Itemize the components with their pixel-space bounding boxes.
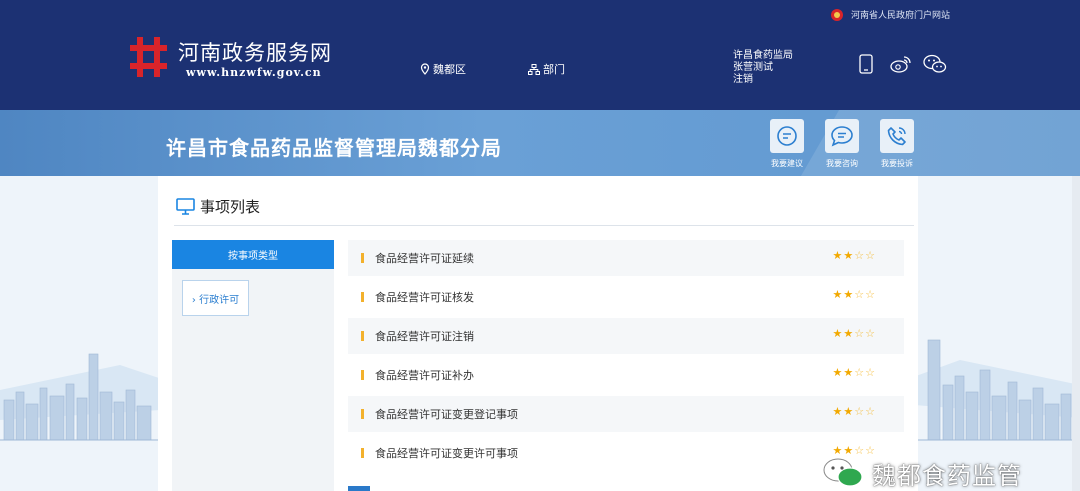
main-panel: 事项列表 按事项类型 › 行政许可 食品经营许可证延续 ★ ★ ☆ ☆ 食品经营许可证核发… [158, 176, 918, 491]
complaint-button[interactable]: 我要投诉 [875, 119, 919, 169]
complaint-label: 我要投诉 [881, 159, 913, 168]
wechat-watermark: 魏都食药监管 [822, 455, 1022, 491]
star-filled-icon: ★ [832, 405, 844, 418]
gov-portal-link[interactable]: 河南省人民政府门户网站 [831, 8, 950, 21]
user-info: 许昌食药监局 张营测试 注销 [733, 50, 793, 86]
list-item[interactable]: 食品经营许可证核发 ★ ★ ☆ ☆ [348, 279, 904, 315]
star-rating: ★ ★ ☆ ☆ [833, 288, 877, 301]
user-org: 许昌食药监局 [733, 50, 793, 61]
site-logo-icon[interactable] [130, 37, 167, 77]
star-filled-icon: ★ [843, 327, 855, 340]
nav-department-label: 部门 [543, 63, 565, 76]
star-filled-icon: ★ [843, 366, 855, 379]
star-empty-icon: ☆ [865, 405, 876, 418]
pagination-current[interactable] [348, 486, 370, 491]
star-empty-icon: ☆ [865, 366, 876, 379]
star-rating: ★ ★ ☆ ☆ [833, 405, 877, 418]
panel-title: 事项列表 [200, 198, 261, 216]
chat-icon [770, 119, 804, 153]
item-marker [361, 253, 364, 263]
filter-tab-by-type[interactable]: 按事项类型 [172, 240, 334, 269]
consult-icon [825, 119, 859, 153]
star-filled-icon: ★ [832, 327, 844, 340]
item-marker [361, 448, 364, 458]
star-empty-icon: ☆ [865, 327, 876, 340]
star-filled-icon: ★ [832, 366, 844, 379]
star-empty-icon: ☆ [854, 327, 866, 340]
item-marker [361, 370, 364, 380]
filter-option-admin-license[interactable]: › 行政许可 [182, 280, 249, 316]
consult-button[interactable]: 我要咨询 [820, 119, 864, 169]
star-empty-icon: ☆ [865, 288, 876, 301]
site-header: 河南省人民政府门户网站 河南政务服务网 www.hnzwfw.gov.cn 魏都… [0, 0, 1080, 110]
item-marker [361, 331, 364, 341]
monitor-icon [176, 198, 195, 215]
location-pin-icon [420, 63, 430, 75]
department-banner: 许昌市食品药品监督管理局魏都分局 我要建议 我要咨询 我要投诉 [0, 110, 1080, 176]
site-url: www.hnzwfw.gov.cn [186, 66, 322, 79]
logout-link[interactable]: 注销 [733, 74, 793, 86]
user-name[interactable]: 张营测试 [733, 62, 793, 74]
star-empty-icon: ☆ [854, 288, 866, 301]
item-marker [361, 409, 364, 419]
star-filled-icon: ★ [843, 249, 855, 262]
list-item[interactable]: 食品经营许可证注销 ★ ★ ☆ ☆ [348, 318, 904, 354]
star-filled-icon: ★ [832, 288, 844, 301]
watermark-text: 魏都食药监管 [872, 461, 1022, 490]
item-name[interactable]: 食品经营许可证核发 [375, 289, 904, 305]
nav-location[interactable]: 魏都区 [420, 61, 466, 77]
org-chart-icon [528, 63, 540, 75]
star-empty-icon: ☆ [854, 249, 866, 262]
list-item[interactable]: 食品经营许可证变更许可事项 ★ ★ ☆ ☆ [348, 435, 904, 471]
wechat-logo-icon [823, 458, 863, 487]
star-empty-icon: ☆ [854, 366, 866, 379]
star-empty-icon: ☆ [865, 249, 876, 262]
weibo-icon[interactable] [889, 53, 913, 75]
mobile-icon[interactable] [858, 53, 874, 75]
consult-label: 我要咨询 [826, 159, 858, 168]
star-filled-icon: ★ [843, 405, 855, 418]
star-rating: ★ ★ ☆ ☆ [833, 327, 877, 340]
item-name[interactable]: 食品经营许可证注销 [375, 328, 904, 344]
department-title: 许昌市食品药品监督管理局魏都分局 [166, 136, 502, 160]
panel-header: 事项列表 [176, 196, 260, 217]
item-list: 食品经营许可证延续 ★ ★ ☆ ☆ 食品经营许可证核发 ★ ★ ☆ ☆ 食品经营许可证注销 ★ ★ ☆ ☆ 食… [348, 240, 904, 474]
item-name[interactable]: 食品经营许可证补办 [375, 367, 904, 383]
phone-icon [880, 119, 914, 153]
filter-sidebar: 按事项类型 › 行政许可 [172, 240, 334, 491]
suggestion-label: 我要建议 [771, 159, 803, 168]
star-rating: ★ ★ ☆ ☆ [833, 366, 877, 379]
nav-location-label: 魏都区 [433, 63, 466, 76]
national-emblem-icon [831, 8, 843, 21]
star-filled-icon: ★ [843, 288, 855, 301]
gov-portal-label: 河南省人民政府门户网站 [851, 11, 951, 21]
panel-divider [174, 225, 914, 226]
list-item[interactable]: 食品经营许可证变更登记事项 ★ ★ ☆ ☆ [348, 396, 904, 432]
wechat-icon[interactable] [922, 53, 948, 75]
page-scrollbar[interactable] [1072, 176, 1080, 491]
site-name[interactable]: 河南政务服务网 [178, 37, 332, 67]
star-filled-icon: ★ [832, 249, 844, 262]
list-item[interactable]: 食品经营许可证补办 ★ ★ ☆ ☆ [348, 357, 904, 393]
item-name[interactable]: 食品经营许可证变更登记事项 [375, 406, 904, 422]
list-item[interactable]: 食品经营许可证延续 ★ ★ ☆ ☆ [348, 240, 904, 276]
item-marker [361, 292, 364, 302]
star-rating: ★ ★ ☆ ☆ [833, 249, 877, 262]
nav-department[interactable]: 部门 [528, 61, 565, 77]
suggestion-button[interactable]: 我要建议 [765, 119, 809, 169]
item-name[interactable]: 食品经营许可证延续 [375, 250, 904, 266]
star-empty-icon: ☆ [854, 405, 866, 418]
